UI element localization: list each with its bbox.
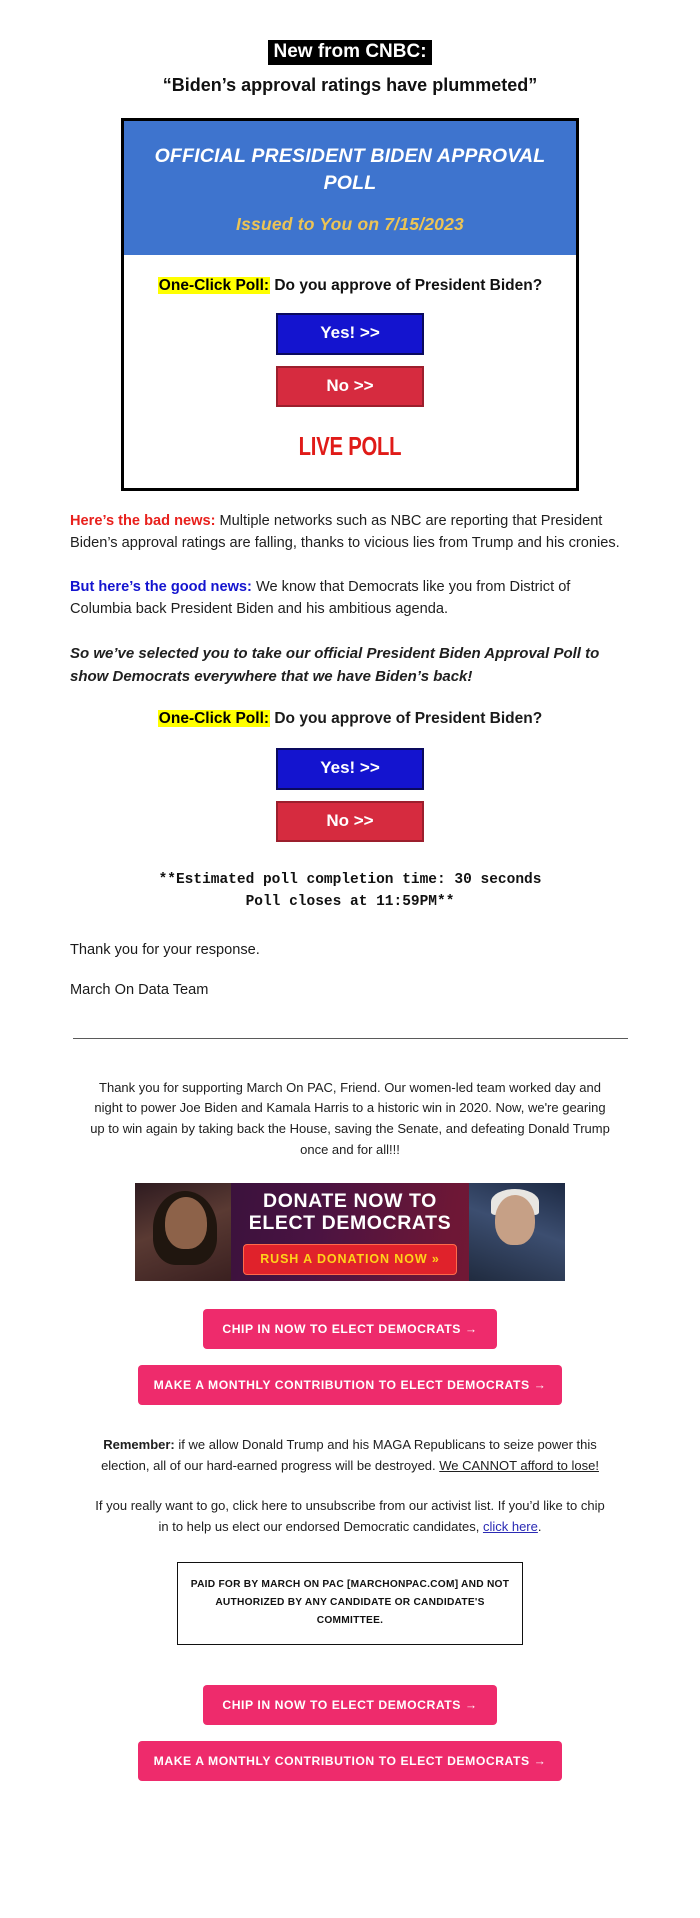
remember-paragraph: Remember: if we allow Donald Trump and h… [90, 1435, 610, 1477]
email-body: Here’s the bad news: Multiple networks s… [70, 491, 630, 1001]
paid-for-line-1: PAID FOR BY MARCH ON PAC [MARCHONPAC.COM… [190, 1579, 510, 1591]
bad-news-lead: Here’s the bad news: [70, 513, 216, 530]
poll-timing-note: **Estimated poll completion time: 30 sec… [70, 870, 630, 914]
paid-for-disclaimer: PAID FOR BY MARCH ON PAC [MARCHONPAC.COM… [177, 1562, 523, 1645]
headline-quote: “Biden’s approval ratings have plummeted… [162, 74, 538, 95]
paragraph-good-news: But here’s the good news: We know that D… [70, 577, 630, 621]
live-poll-label: LIVE POLL [298, 431, 402, 462]
poll-title: OFFICIAL PRESIDENT BIDEN APPROVAL POLL [154, 145, 546, 194]
rush-donation-button[interactable]: RUSH A DONATION NOW » [243, 1243, 457, 1275]
monthly-contribution-button-top[interactable]: MAKE A MONTHLY CONTRIBUTION TO ELECT DEM… [138, 1364, 562, 1405]
joe-biden-photo [469, 1182, 565, 1281]
bottom-cta-group: CHIP IN NOW TO ELECT DEMOCRATS → MAKE A … [90, 1684, 610, 1821]
footer-intro-text: Thank you for supporting March On PAC, F… [90, 1079, 610, 1158]
poll-question-line-2: One-Click Poll: Do you approve of Presid… [70, 710, 630, 728]
paragraph-selected: So we’ve selected you to take our offici… [70, 645, 600, 685]
poll-question-text-2: Do you approve of President Biden? [270, 710, 543, 727]
vote-no-button-2[interactable]: No >> [276, 800, 424, 843]
cnbc-badge: New from CNBC: [268, 40, 432, 65]
cannot-afford-to-lose: We CANNOT afford to lose! [439, 1457, 599, 1473]
email-header: New from CNBC: “Biden’s approval ratings… [0, 0, 700, 96]
chip-in-button-bottom[interactable]: CHIP IN NOW TO ELECT DEMOCRATS → [203, 1684, 497, 1725]
banner-line-1: DONATE NOW TO [263, 1189, 437, 1212]
unsubscribe-paragraph: If you really want to go, click here to … [90, 1496, 610, 1538]
vote-yes-button-2[interactable]: Yes! >> [276, 748, 424, 790]
chip-in-button-top[interactable]: CHIP IN NOW TO ELECT DEMOCRATS → [203, 1308, 497, 1349]
harris-face-shape [165, 1196, 207, 1249]
poll-completion-time: **Estimated poll completion time: 30 sec… [158, 872, 542, 889]
paragraph-bad-news: Here’s the bad news: Multiple networks s… [70, 511, 630, 555]
remember-lead: Remember: [103, 1436, 175, 1452]
good-news-lead: But here’s the good news: [70, 579, 252, 596]
email-page: New from CNBC: “Biden’s approval ratings… [0, 0, 700, 1821]
poll-card-header: OFFICIAL PRESIDENT BIDEN APPROVAL POLL I… [124, 121, 576, 256]
poll-question-text: Do you approve of President Biden? [270, 277, 543, 295]
signoff-team: March On Data Team [70, 981, 209, 998]
kamala-harris-photo [135, 1182, 231, 1281]
paid-for-line-2: AUTHORIZED BY ANY CANDIDATE OR CANDIDATE… [215, 1596, 485, 1626]
biden-face-shape [495, 1194, 535, 1245]
vote-yes-button[interactable]: Yes! >> [276, 313, 424, 355]
vote-no-button[interactable]: No >> [276, 365, 424, 408]
banner-line-2: ELECT DEMOCRATS [248, 1211, 452, 1234]
poll-vote-buttons: Yes! >> No >> [138, 313, 562, 408]
poll-close-time: Poll closes at 11:59PM** [245, 894, 455, 911]
poll-card: OFFICIAL PRESIDENT BIDEN APPROVAL POLL I… [121, 118, 579, 492]
donate-banner[interactable]: DONATE NOW TO ELECT DEMOCRATS RUSH A DON… [135, 1182, 565, 1281]
email-footer: Thank you for supporting March On PAC, F… [90, 1039, 610, 1821]
unsubscribe-text-end: . [537, 1519, 542, 1535]
one-click-poll-label: One-Click Poll: [157, 277, 271, 295]
banner-content: DONATE NOW TO ELECT DEMOCRATS RUSH A DON… [231, 1183, 469, 1281]
click-here-link[interactable]: click here [483, 1519, 538, 1534]
poll-issued-date: Issued to You on 7/15/2023 [236, 214, 464, 235]
poll-card-body: One-Click Poll: Do you approve of Presid… [124, 255, 576, 489]
poll-question-line: One-Click Poll: Do you approve of Presid… [138, 277, 562, 295]
poll-vote-buttons-2: Yes! >> No >> [70, 748, 630, 843]
signoff-thanks: Thank you for your response. [70, 941, 260, 958]
one-click-poll-label-2: One-Click Poll: [157, 710, 271, 727]
monthly-contribution-button-bottom[interactable]: MAKE A MONTHLY CONTRIBUTION TO ELECT DEM… [138, 1740, 562, 1781]
